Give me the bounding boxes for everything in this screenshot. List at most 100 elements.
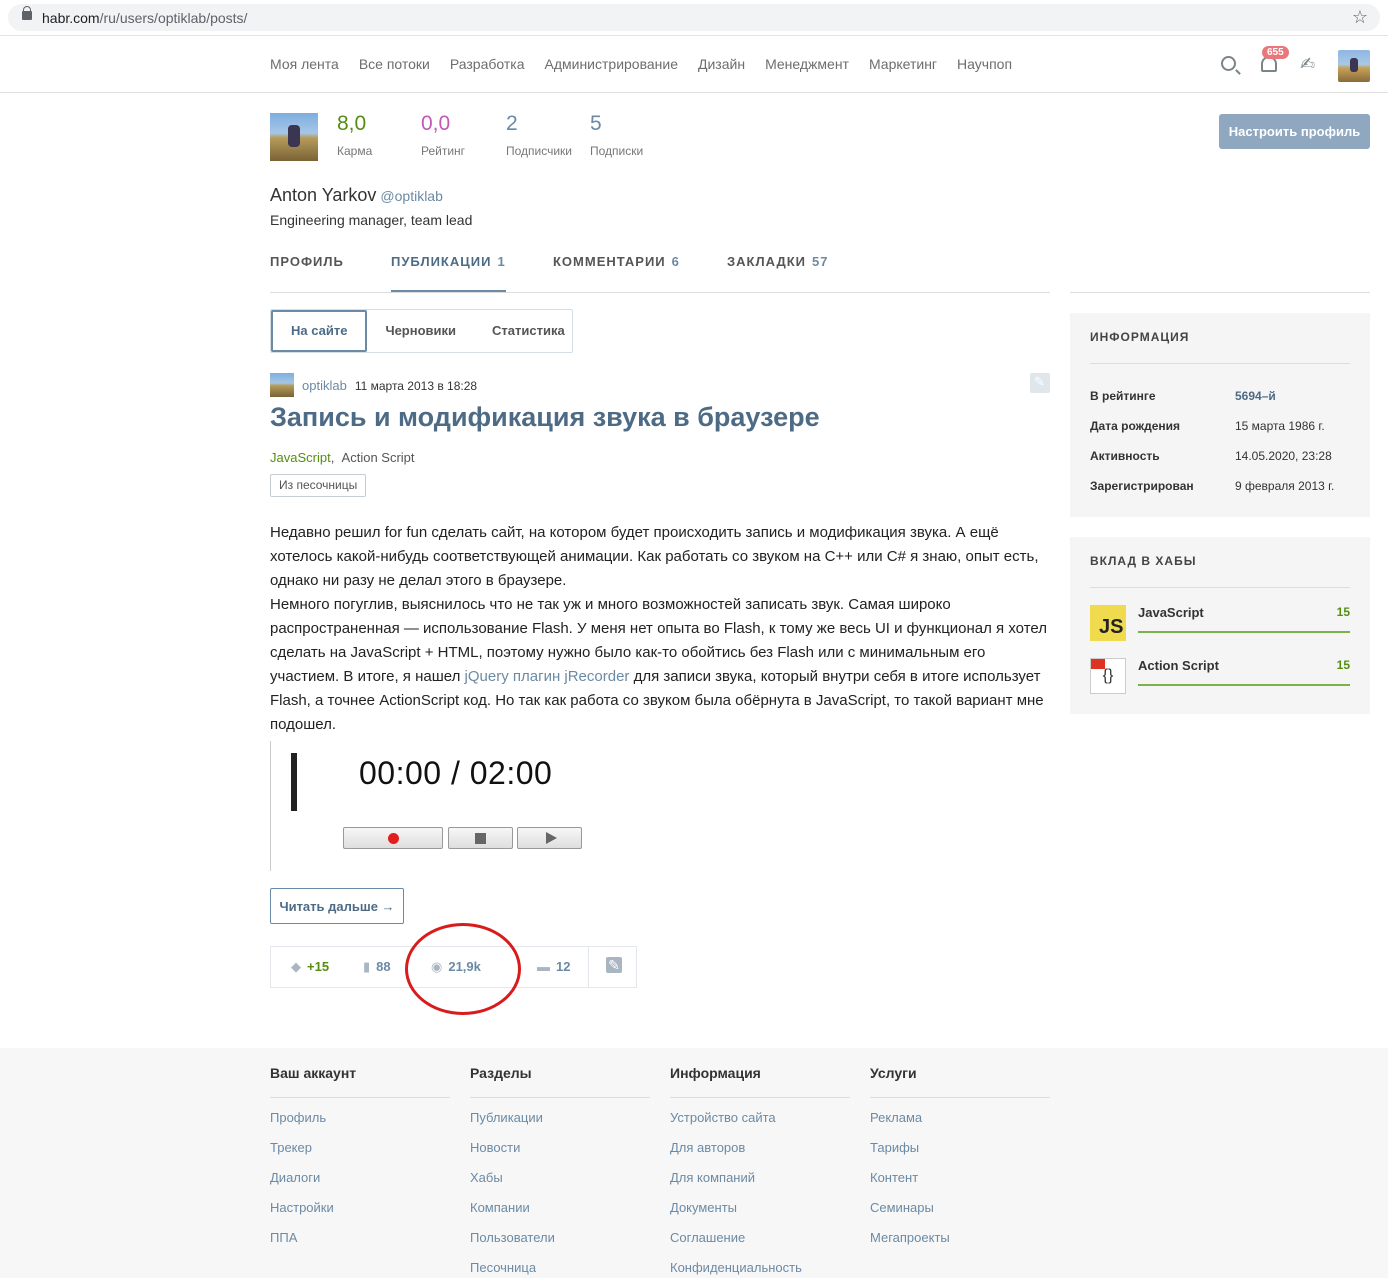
post-author[interactable]: optiklab — [302, 378, 347, 393]
nav-item[interactable]: Все потоки — [359, 56, 430, 72]
subscribers-stat[interactable]: 2 Подписчики — [506, 112, 572, 158]
footer-link[interactable]: Мегапроекты — [870, 1228, 1050, 1258]
hub-link[interactable]: JavaScript — [270, 450, 331, 465]
info-row: В рейтинге 5694–й — [1090, 389, 1276, 403]
record-button — [343, 827, 443, 849]
info-row: Зарегистрирован 9 февраля 2013 г. — [1090, 479, 1335, 493]
footer-col-account: Ваш аккаунт Профиль Трекер Диалоги Настр… — [270, 1065, 450, 1258]
karma-stat: 8,0 Карма — [337, 112, 373, 158]
bookmark-icon: ▮ — [363, 959, 371, 974]
hub-contribution-bar — [1138, 631, 1350, 633]
profile-tabs: ПРОФИЛЬ ПУБЛИКАЦИИ 1 КОММЕНТАРИИ 6 ЗАКЛАДК… — [270, 254, 1050, 293]
score-icon: ◆ — [291, 959, 301, 974]
edit-icon[interactable] — [588, 947, 636, 987]
footer-link[interactable]: Настройки — [270, 1198, 450, 1228]
subscriptions-stat[interactable]: 5 Подписки — [590, 112, 643, 158]
highlight-circle — [405, 923, 521, 1015]
nav-item[interactable]: Дизайн — [698, 56, 745, 72]
post-title[interactable]: Запись и модификация звука в браузере — [270, 402, 820, 433]
play-icon — [546, 832, 557, 844]
nav-item[interactable]: Моя лента — [270, 56, 339, 72]
info-title: ИНФОРМАЦИЯ — [1090, 313, 1350, 364]
nav-item[interactable]: Администрирование — [545, 56, 679, 72]
notifications-badge: 655 — [1262, 46, 1289, 59]
footer-link[interactable]: Устройство сайта — [670, 1108, 850, 1138]
record-icon — [388, 833, 399, 844]
nav-item[interactable]: Разработка — [450, 56, 525, 72]
main-nav: Моя лента Все потоки Разработка Админист… — [270, 56, 1012, 72]
url-field[interactable]: habr.com/ru/users/optiklab/posts/ ☆ — [8, 4, 1380, 31]
footer-link[interactable]: Профиль — [270, 1108, 450, 1138]
tab-profile[interactable]: ПРОФИЛЬ — [270, 254, 344, 269]
rating-position-link[interactable]: 5694–й — [1235, 389, 1276, 403]
user-avatar[interactable] — [1338, 50, 1370, 82]
post-paragraph: Немного погуглив, выяснилось что не так … — [270, 596, 1047, 733]
setup-profile-button[interactable]: Настроить профиль — [1219, 114, 1370, 149]
stop-button — [448, 827, 513, 849]
footer-link[interactable]: Контент — [870, 1168, 1050, 1198]
subtab-drafts[interactable]: Черновики — [367, 310, 474, 352]
actionscript-icon: {} — [1090, 658, 1126, 694]
sidebar-divider — [1070, 292, 1370, 293]
footer-link[interactable]: Реклама — [870, 1108, 1050, 1138]
footer-col-info: Информация Устройство сайта Для авторов … — [670, 1065, 850, 1288]
info-row: Активность 14.05.2020, 23:28 — [1090, 449, 1332, 463]
jrecorder-link[interactable]: jQuery плагин jRecorder — [465, 668, 630, 685]
footer-link[interactable]: Хабы — [470, 1168, 650, 1198]
post-date: 11 марта 2013 в 18:28 — [354, 379, 478, 393]
hub-item[interactable]: {} Action Script 15 — [1090, 658, 1350, 698]
comment-icon: ▬ — [537, 959, 550, 974]
footer-link[interactable]: Для компаний — [670, 1168, 850, 1198]
footer-link[interactable]: Диалоги — [270, 1168, 450, 1198]
javascript-icon: JS — [1090, 605, 1126, 641]
subtab-stats[interactable]: Статистика — [474, 310, 583, 352]
profile-name: Anton Yarkov @optiklab — [270, 185, 443, 205]
read-more-button[interactable]: Читать дальше → — [270, 888, 404, 924]
footer-link[interactable]: Документы — [670, 1198, 850, 1228]
nav-item[interactable]: Менеджмент — [765, 56, 849, 72]
profile-nick[interactable]: @optiklab — [380, 188, 442, 204]
post-author-avatar[interactable] — [270, 373, 294, 397]
site-footer: Ваш аккаунт Профиль Трекер Диалоги Настр… — [0, 1048, 1388, 1278]
post-comments[interactable]: ▬ 12 — [537, 959, 570, 974]
footer-link[interactable]: Конфиденциальность — [670, 1258, 850, 1288]
nav-item[interactable]: Маркетинг — [869, 56, 937, 72]
search-icon[interactable] — [1221, 56, 1236, 71]
footer-link[interactable]: Компании — [470, 1198, 650, 1228]
post-paragraph: Недавно решил for fun сделать сайт, на к… — [270, 524, 1039, 589]
footer-link[interactable]: Песочница — [470, 1258, 650, 1288]
footer-link[interactable]: Пользователи — [470, 1228, 650, 1258]
level-bar — [291, 753, 297, 811]
footer-link[interactable]: ППА — [270, 1228, 450, 1258]
post-bookmarks[interactable]: ▮ 88 — [363, 959, 391, 975]
footer-link[interactable]: Для авторов — [670, 1138, 850, 1168]
hubs-title: ВКЛАД В ХАБЫ — [1090, 537, 1350, 588]
footer-link[interactable]: Тарифы — [870, 1138, 1050, 1168]
url-text[interactable]: habr.com/ru/users/optiklab/posts/ — [42, 10, 247, 26]
tab-bookmarks[interactable]: ЗАКЛАДКИ 57 — [727, 254, 828, 269]
sandbox-label: Из песочницы — [270, 474, 367, 497]
tab-comments[interactable]: КОММЕНТАРИИ 6 — [553, 254, 680, 269]
footer-link[interactable]: Семинары — [870, 1198, 1050, 1228]
footer-link[interactable]: Трекер — [270, 1138, 450, 1168]
bookmark-star-icon[interactable]: ☆ — [1352, 7, 1368, 28]
lock-icon — [22, 6, 32, 20]
write-post-icon[interactable]: ✍ — [1300, 54, 1320, 74]
site-header: Моя лента Все потоки Разработка Админист… — [0, 36, 1388, 93]
hub-link[interactable]: Action Script — [342, 450, 415, 465]
tab-publications[interactable]: ПУБЛИКАЦИИ 1 — [391, 254, 506, 292]
subtab-on-site[interactable]: На сайте — [271, 310, 368, 352]
footer-link[interactable]: Соглашение — [670, 1228, 850, 1258]
profile-avatar — [270, 113, 318, 161]
footer-link[interactable]: Новости — [470, 1138, 650, 1168]
rating-stat: 0,0 Рейтинг — [421, 112, 466, 158]
post-score[interactable]: ◆ +15 — [291, 959, 329, 975]
footer-link[interactable]: Публикации — [470, 1108, 650, 1138]
recorder-time: 00:00 / 02:00 — [359, 755, 553, 791]
hub-item[interactable]: JS JavaScript 15 — [1090, 605, 1350, 645]
post-hubs: JavaScript, Action Script — [270, 450, 415, 465]
recorder-image: 00:00 / 02:00 — [270, 741, 590, 871]
play-button — [517, 827, 582, 849]
nav-item[interactable]: Научпоп — [957, 56, 1012, 72]
edit-post-icon[interactable] — [1030, 373, 1050, 393]
